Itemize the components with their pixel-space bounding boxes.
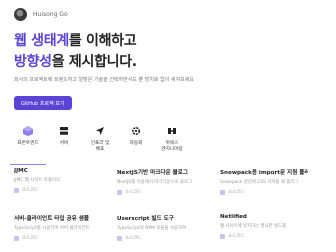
project-title: NextJS기반 마크다운 블로그	[117, 170, 189, 176]
source-label: 소스코드	[22, 188, 39, 193]
hero-title: 웹 생태계를 이해하고 방향성을 제시합니다.	[14, 31, 137, 73]
project-card[interactable]: Snowpack용 import문 지원 플러그인 Snowpack 엔진에 C…	[220, 168, 308, 204]
project-grid: JJMC JJMC 웹 사이트 마플리의 소스코드 NextJS기반 마크다운 …	[14, 168, 336, 250]
tab-label: 프론트엔드	[17, 141, 39, 146]
project-title: JJMC	[14, 168, 28, 174]
front-end-icon	[21, 125, 35, 137]
tab-server[interactable]: 서버	[46, 125, 82, 165]
source-link[interactable]: 소스코드	[117, 235, 205, 241]
tab-engineering[interactable]: 위넥스 엔지니어링	[154, 125, 190, 165]
project-title: Netlified	[220, 214, 247, 220]
hero-text-2: 을 제시합니다.	[51, 54, 137, 70]
project-card[interactable]: JJMC JJMC 웹 사이트 마플리의 소스코드	[14, 168, 102, 204]
project-title: Snowpack용 import문 지원 플러그인	[220, 170, 308, 176]
project-desc: JJMC 웹 사이트 마플리의	[14, 178, 60, 183]
source-link[interactable]: 소스코드	[220, 189, 308, 195]
project-desc: 웹 사이트에 방치하는 필요한 빌드를	[220, 224, 287, 229]
hero-subtitle: 회사의 프로젝트에 트렌드하고 알맞은 기술을 선택하면서도 뿐 방치로 없이 …	[14, 77, 194, 83]
code-icon	[117, 189, 122, 195]
code-icon	[14, 187, 19, 193]
source-link[interactable]: 소스코드	[117, 189, 205, 195]
hero-accent-2: 방향성	[14, 54, 52, 70]
tab-label: 서버	[59, 141, 69, 146]
tab-deploy[interactable]: 인프라 및 배포	[82, 125, 118, 165]
project-desc: Snowpack 엔진에 CSS 가져올 때 플러그	[220, 180, 299, 185]
source-label: 소스코드	[125, 190, 142, 195]
code-icon	[117, 235, 122, 241]
tab-automation[interactable]: 자동화	[118, 125, 154, 165]
tab-label: 자동화	[129, 141, 143, 146]
tab-frontend[interactable]: 프론트엔드	[10, 125, 46, 165]
deploy-icon	[93, 125, 107, 137]
source-link[interactable]: 소스코드	[14, 235, 102, 241]
tab-label: 위넥스 엔지니어링	[161, 141, 183, 152]
source-label: 소스코드	[22, 236, 39, 241]
code-icon	[220, 189, 225, 195]
project-desc: TypeScript와 NPM 모듈을 사용하여	[117, 226, 187, 231]
project-card[interactable]: NextJS기반 마크다운 블로그 NextJS를 이용해서 마크다운으로 블로…	[117, 168, 205, 204]
author-name: Huisong Go	[33, 10, 68, 18]
code-icon	[220, 233, 225, 239]
project-title: 서버-클라이언트 타입 공유 샘플	[14, 216, 90, 222]
source-label: 소스코드	[125, 236, 142, 241]
project-desc: NextJS를 이용해서 마크다운으로 블로그	[117, 180, 193, 185]
hero-accent-1: 웹 생태계	[14, 33, 69, 49]
project-desc: TypeScript를 사용하여 서버-클라이언트	[14, 226, 90, 231]
category-tabs: 프론트엔드 서버 인프라 및 배포 자동화 위넥스 엔지니어링	[10, 125, 190, 165]
engineering-icon	[165, 125, 179, 137]
source-label: 소스코드	[228, 190, 245, 195]
tab-label: 인프라 및 배포	[90, 141, 110, 152]
profile-header: Huisong Go	[14, 6, 68, 22]
source-link[interactable]: 소스코드	[220, 233, 308, 239]
github-project-button[interactable]: GitHub 프로젝 보기	[14, 96, 72, 110]
server-icon	[57, 125, 71, 137]
project-card[interactable]: 서버-클라이언트 타입 공유 샘플 TypeScript를 사용하여 서버-클라…	[14, 214, 102, 250]
hero-text-1: 를 이해하고	[68, 33, 137, 49]
project-card[interactable]: Netlified 웹 사이트에 방치하는 필요한 빌드를 소스코드	[220, 214, 308, 250]
avatar[interactable]	[14, 7, 27, 21]
code-icon	[14, 235, 19, 241]
source-link[interactable]: 소스코드	[14, 187, 102, 193]
automation-icon	[129, 125, 143, 137]
project-card[interactable]: Userscript 빌드 도구 TypeScript와 NPM 모듈을 사용하…	[117, 214, 205, 250]
project-title: Userscript 빌드 도구	[117, 216, 174, 222]
source-label: 소스코드	[228, 234, 245, 239]
